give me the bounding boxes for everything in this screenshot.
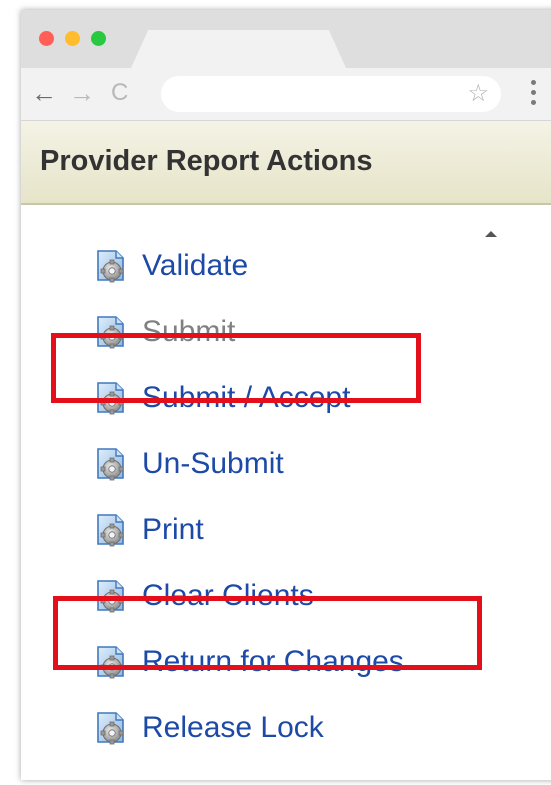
page-content: Provider Report Actions Validate Submit …	[21, 121, 551, 780]
browser-tab[interactable]	[131, 30, 346, 68]
action-validate[interactable]: Validate	[94, 233, 404, 299]
action-label[interactable]: Release Lock	[142, 711, 324, 745]
report-gear-icon	[94, 447, 128, 481]
action-label[interactable]: Print	[142, 513, 204, 547]
bookmark-star-icon[interactable]: ☆	[467, 80, 489, 108]
action-label[interactable]: Validate	[142, 249, 248, 283]
back-arrow-icon[interactable]: ←	[31, 79, 57, 107]
reload-icon[interactable]: C	[111, 79, 128, 107]
action-label[interactable]: Un-Submit	[142, 447, 284, 481]
address-bar[interactable]: ☆	[161, 76, 501, 112]
action-list: Validate Submit Submit / Accept Un-Submi…	[94, 233, 404, 761]
report-gear-icon	[94, 249, 128, 283]
action-print[interactable]: Print	[94, 497, 404, 563]
action-un-submit[interactable]: Un-Submit	[94, 431, 404, 497]
collapse-up-icon[interactable]	[485, 231, 497, 237]
maximize-window-icon[interactable]	[91, 31, 106, 46]
highlight-box-return-for-changes	[53, 596, 482, 670]
menu-kebab-icon[interactable]	[531, 80, 537, 108]
panel-title: Provider Report Actions	[40, 145, 373, 177]
forward-arrow-icon[interactable]: →	[69, 79, 95, 107]
report-gear-icon	[94, 711, 128, 745]
browser-titlebar	[21, 10, 551, 68]
close-window-icon[interactable]	[39, 31, 54, 46]
minimize-window-icon[interactable]	[65, 31, 80, 46]
panel-header: Provider Report Actions	[21, 121, 551, 205]
report-gear-icon	[94, 513, 128, 547]
highlight-box-submit-accept	[51, 333, 421, 403]
action-release-lock[interactable]: Release Lock	[94, 695, 404, 761]
browser-toolbar: ← → C ☆	[21, 68, 551, 121]
